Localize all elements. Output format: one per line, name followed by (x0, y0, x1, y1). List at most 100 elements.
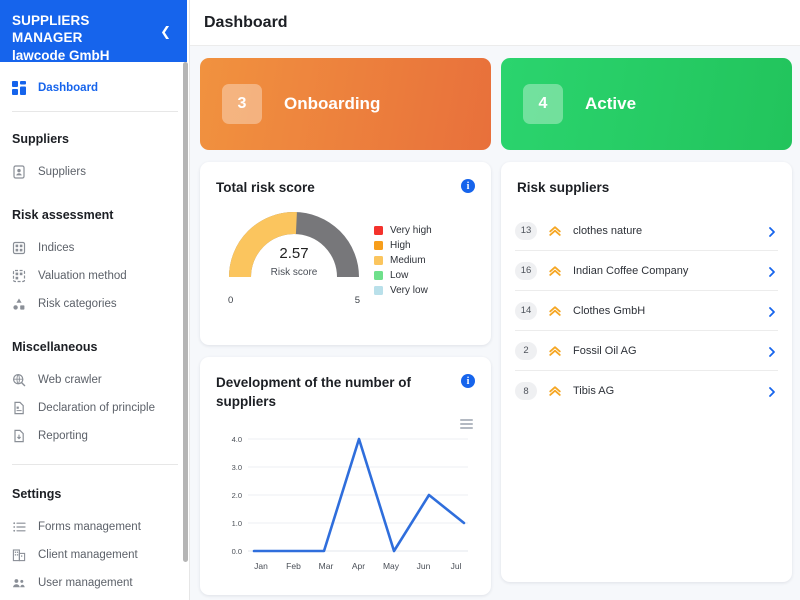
sidebar-item-label: Indices (38, 242, 75, 254)
chevron-left-icon[interactable]: ❮ (160, 10, 173, 39)
table-row[interactable]: 14 Clothes GmbH (515, 291, 778, 331)
gauge-caption: Risk score (270, 267, 318, 278)
x-tick: Jan (254, 561, 268, 571)
double-chevron-up-icon (548, 304, 562, 318)
sidebar-item-valuation-method[interactable]: Valuation method (0, 262, 189, 290)
document-icon (12, 401, 26, 415)
sidebar: SUPPLIERS MANAGER lawcode GmbH ❮ Dashboa… (0, 0, 190, 600)
gauge-block: 2.57 Risk score 0 5 (214, 203, 364, 306)
development-chart-card: Development of the number of suppliers i (200, 357, 491, 595)
stat-count: 3 (222, 84, 262, 124)
legend-label: High (390, 240, 411, 251)
sidebar-item-reporting[interactable]: Reporting (0, 422, 189, 450)
sidebar-item-suppliers[interactable]: Suppliers (0, 158, 189, 186)
shapes-icon (12, 297, 26, 311)
stat-label: Onboarding (284, 94, 381, 113)
divider (12, 464, 178, 465)
card-header: Risk suppliers (501, 162, 792, 197)
chevron-right-icon[interactable] (766, 225, 778, 237)
sidebar-item-risk-categories[interactable]: Risk categories (0, 290, 189, 318)
sidebar-item-declaration-of-principle[interactable]: Declaration of principle (0, 394, 189, 422)
svg-text:3.0: 3.0 (232, 463, 242, 472)
legend-label: Very high (390, 225, 432, 236)
chevron-right-icon[interactable] (766, 345, 778, 357)
table-row[interactable]: 8 Tibis AG (515, 371, 778, 411)
page-title: Dashboard (204, 13, 288, 31)
sidebar-header: SUPPLIERS MANAGER lawcode GmbH ❮ (0, 0, 187, 63)
table-row[interactable]: 2 Fossil Oil AG (515, 331, 778, 371)
supplier-name: Fossil Oil AG (573, 344, 637, 357)
table-row[interactable]: 13 clothes nature (515, 211, 778, 251)
card-header: Development of the number of suppliers i (200, 357, 491, 411)
chevron-right-icon[interactable] (766, 305, 778, 317)
svg-text:2.0: 2.0 (232, 491, 242, 500)
sidebar-item-label: Risk categories (38, 298, 117, 310)
double-chevron-up-icon (548, 264, 562, 278)
legend-swatch (374, 286, 383, 295)
stat-label: Active (585, 94, 637, 113)
sidebar-section-heading: Settings (12, 487, 62, 501)
stats-row: 3 Onboarding 4 Active (200, 58, 792, 150)
legend-label: Very low (390, 285, 428, 296)
x-tick: Apr (351, 561, 366, 571)
info-icon[interactable]: i (461, 179, 475, 193)
divider (12, 111, 178, 112)
risk-suppliers-list: 13 clothes nature 16 Indian Coffee Compa… (501, 197, 792, 411)
sidebar-item-dashboard[interactable]: Dashboard (0, 74, 189, 102)
stat-card-onboarding[interactable]: 3 Onboarding (200, 58, 491, 150)
chevron-right-icon[interactable] (766, 265, 778, 277)
x-tick-labels: Jan Feb Mar Apr May Jun Jul (248, 561, 469, 571)
brand-title: SUPPLIERS MANAGER (12, 13, 90, 45)
sidebar-item-label: Valuation method (38, 270, 127, 282)
line-chart-plot: 4.0 3.0 2.0 1.0 0.0 Jan Feb Mar Apr May … (214, 431, 477, 571)
sidebar-item-label: Declaration of principle (38, 402, 155, 414)
sidebar-item-client-management[interactable]: Client management (0, 541, 189, 569)
info-icon[interactable]: i (461, 374, 475, 388)
legend-label: Medium (390, 255, 426, 266)
legend-swatch (374, 256, 383, 265)
sidebar-item-label: Suppliers (38, 166, 86, 178)
supplier-name: Indian Coffee Company (573, 264, 689, 277)
sidebar-item-user-management[interactable]: User management (0, 569, 189, 597)
sidebar-section-heading: Suppliers (12, 132, 69, 146)
sidebar-scrollbar[interactable] (183, 62, 188, 562)
legend-item: Low (374, 270, 432, 281)
card-header: Total risk score i (200, 162, 491, 197)
app-root: SUPPLIERS MANAGER lawcode GmbH ❮ Dashboa… (0, 0, 800, 600)
right-column: Risk suppliers 13 clothes nature 16 Indi… (501, 150, 792, 595)
document-download-icon (12, 429, 26, 443)
total-risk-score-card: Total risk score i 2.57 Risk score 0 5 V… (200, 162, 491, 345)
building-icon (12, 548, 26, 562)
supplier-id-badge: 13 (515, 221, 537, 240)
left-column: Total risk score i 2.57 Risk score 0 5 V… (200, 150, 491, 595)
sidebar-item-web-crawler[interactable]: Web crawler (0, 366, 189, 394)
table-row[interactable]: 16 Indian Coffee Company (515, 251, 778, 291)
stat-col-onboarding: 3 Onboarding (200, 58, 491, 150)
contact-card-icon (12, 165, 26, 179)
gauge-value: 2.57 (279, 245, 309, 262)
stat-count: 4 (523, 84, 563, 124)
supplier-id-badge: 2 (515, 341, 537, 360)
grid-dashed-icon (12, 269, 26, 283)
stat-card-active[interactable]: 4 Active (501, 58, 792, 150)
brand-subtitle: lawcode GmbH (12, 48, 110, 63)
x-tick: Feb (286, 561, 301, 571)
double-chevron-up-icon (548, 344, 562, 358)
chevron-right-icon[interactable] (766, 385, 778, 397)
legend-item: High (374, 240, 432, 251)
svg-text:4.0: 4.0 (232, 435, 242, 444)
sidebar-item-label: Reporting (38, 430, 88, 442)
sidebar-item-forms-management[interactable]: Forms management (0, 513, 189, 541)
supplier-name: Tibis AG (573, 385, 615, 397)
hamburger-menu-icon[interactable] (200, 411, 491, 429)
sidebar-item-indices[interactable]: Indices (0, 234, 189, 262)
sidebar-scroll-area: SUPPLIERS MANAGER lawcode GmbH ❮ Dashboa… (0, 0, 189, 600)
x-tick: May (382, 561, 400, 571)
supplier-id-badge: 8 (515, 382, 537, 400)
sidebar-item-label: Dashboard (38, 82, 99, 94)
legend-swatch (374, 241, 383, 250)
users-icon (12, 576, 26, 590)
sidebar-item-label: Web crawler (38, 374, 102, 386)
supplier-id-badge: 16 (515, 261, 537, 280)
grid-squares-icon (12, 241, 26, 255)
